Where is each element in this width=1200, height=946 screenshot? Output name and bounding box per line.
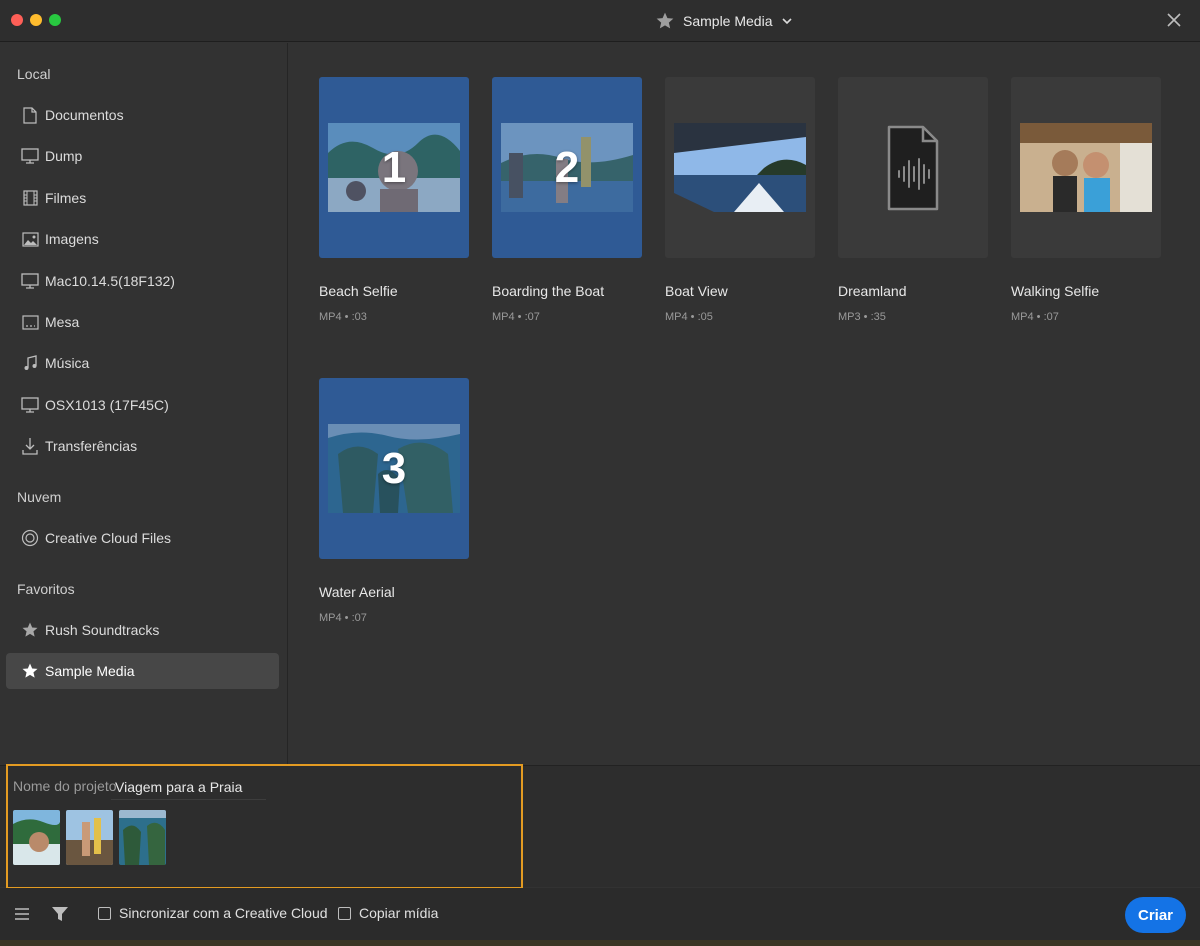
media-thumbnail: 3: [319, 378, 469, 559]
star-icon: [656, 12, 674, 29]
sidebar: Local Documentos Dump Filmes Imagens Mac…: [0, 43, 288, 765]
location-dropdown[interactable]: Sample Media: [655, 9, 793, 33]
media-card-beach-selfie[interactable]: 1 Beach Selfie MP4 • :03: [319, 77, 469, 323]
selection-number: 1: [381, 142, 407, 192]
media-card-boat-view[interactable]: Boat View MP4 • :05: [665, 77, 815, 323]
sidebar-item-label: Dump: [45, 148, 83, 164]
chevron-down-icon: [781, 18, 792, 25]
selection-number: 2: [554, 142, 580, 192]
media-preview-image: [1020, 123, 1152, 212]
media-card-walking-selfie[interactable]: Walking Selfie MP4 • :07: [1011, 77, 1161, 323]
project-name-input[interactable]: [111, 774, 266, 800]
monitor-icon: [21, 272, 39, 290]
copy-media-checkbox[interactable]: Copiar mídia: [338, 905, 438, 921]
document-icon: [21, 106, 39, 124]
selection-number: 3: [381, 443, 407, 493]
sidebar-item-sample-media[interactable]: Sample Media: [6, 653, 279, 689]
media-title: Dreamland: [838, 283, 907, 299]
audio-file-icon: [887, 125, 939, 210]
media-title: Beach Selfie: [319, 283, 398, 299]
sidebar-item-osx[interactable]: OSX1013 (17F45C): [6, 387, 279, 423]
media-title: Boarding the Boat: [492, 283, 605, 299]
media-preview-image: 3: [328, 424, 460, 513]
sidebar-item-label: Documentos: [45, 107, 124, 123]
section-title-local: Local: [17, 66, 51, 82]
media-meta: MP4 • :05: [665, 311, 713, 323]
media-card-water-aerial[interactable]: 3 Water Aerial MP4 • :07: [319, 378, 469, 624]
sidebar-item-documentos[interactable]: Documentos: [6, 97, 279, 133]
list-view-icon[interactable]: [12, 904, 32, 924]
media-preview-image: 1: [328, 123, 460, 212]
media-meta: MP4 • :03: [319, 311, 367, 323]
creative-cloud-icon: [21, 529, 39, 547]
sidebar-item-label: OSX1013 (17F45C): [45, 397, 169, 413]
media-card-dreamland[interactable]: Dreamland MP3 • :35: [838, 77, 988, 323]
media-grid: 1 Beach Selfie MP4 • :03 2 Boarding the …: [289, 43, 1200, 765]
star-icon: [21, 621, 39, 639]
media-thumbnail: 1: [319, 77, 469, 258]
checkbox-box: [98, 906, 111, 920]
media-thumbnail: [665, 77, 815, 258]
import-window: Sample Media Local Documentos Dump Filme…: [0, 0, 1200, 946]
sidebar-item-musica[interactable]: Música: [6, 345, 279, 381]
sidebar-item-creative-cloud-files[interactable]: Creative Cloud Files: [6, 520, 279, 556]
close-icon[interactable]: [1164, 10, 1184, 30]
film-icon: [21, 189, 39, 207]
media-preview-image: 2: [501, 123, 633, 212]
sync-creative-cloud-checkbox[interactable]: Sincronizar com a Creative Cloud: [98, 905, 328, 921]
media-meta: MP3 • :35: [838, 311, 886, 323]
sidebar-item-filmes[interactable]: Filmes: [6, 180, 279, 216]
monitor-icon: [21, 147, 39, 165]
sidebar-item-rush-soundtracks[interactable]: Rush Soundtracks: [6, 612, 279, 648]
filter-icon[interactable]: [50, 904, 70, 924]
sidebar-item-label: Creative Cloud Files: [45, 530, 172, 546]
media-thumbnail: [838, 77, 988, 258]
sidebar-item-label: Mesa: [45, 314, 80, 330]
project-name-label: Nome do projeto: [13, 778, 117, 794]
sidebar-item-label: Rush Soundtracks: [45, 622, 160, 638]
sidebar-item-dump[interactable]: Dump: [6, 138, 279, 174]
media-title: Walking Selfie: [1011, 283, 1100, 299]
checkbox-box: [338, 906, 351, 920]
sync-label: Sincronizar com a Creative Cloud: [119, 905, 328, 921]
download-icon: [21, 437, 39, 455]
sidebar-item-label: Mac10.14.5(18F132): [45, 273, 175, 289]
sidebar-item-label: Filmes: [45, 190, 87, 206]
selected-media-thumb-3[interactable]: [119, 810, 166, 865]
section-title-favoritos: Favoritos: [17, 581, 75, 597]
selected-media-thumb-1[interactable]: [13, 810, 60, 865]
media-meta: MP4 • :07: [492, 311, 540, 323]
section-title-nuvem: Nuvem: [17, 489, 62, 505]
create-button[interactable]: Criar: [1125, 897, 1186, 933]
background-strip: [0, 940, 1200, 946]
media-title: Boat View: [665, 283, 728, 299]
window-zoom-button[interactable]: [49, 14, 61, 26]
window-minimize-button[interactable]: [30, 14, 42, 26]
media-thumbnail: [1011, 77, 1161, 258]
sidebar-item-label: Sample Media: [45, 663, 135, 679]
window-close-button[interactable]: [11, 14, 23, 26]
selected-media-thumb-2[interactable]: [66, 810, 113, 865]
title-bar: Sample Media: [0, 0, 1200, 42]
monitor-icon: [21, 396, 39, 414]
sidebar-item-imagens[interactable]: Imagens: [6, 221, 279, 257]
window-title: Sample Media: [683, 13, 773, 29]
music-icon: [21, 354, 39, 372]
desktop-icon: [21, 313, 39, 331]
media-meta: MP4 • :07: [319, 612, 367, 624]
sidebar-item-label: Imagens: [45, 231, 99, 247]
media-thumbnail: 2: [492, 77, 642, 258]
copy-media-label: Copiar mídia: [359, 905, 439, 921]
sidebar-item-label: Música: [45, 355, 90, 371]
sidebar-item-label: Transferências: [45, 438, 138, 454]
media-title: Water Aerial: [319, 584, 395, 600]
image-icon: [21, 230, 39, 248]
media-preview-image: [674, 123, 806, 212]
sidebar-item-transferencias[interactable]: Transferências: [6, 428, 279, 464]
star-icon: [21, 662, 39, 680]
media-meta: MP4 • :07: [1011, 311, 1059, 323]
sidebar-item-mac[interactable]: Mac10.14.5(18F132): [6, 263, 279, 299]
media-card-boarding-the-boat[interactable]: 2 Boarding the Boat MP4 • :07: [492, 77, 642, 323]
sidebar-item-mesa[interactable]: Mesa: [6, 304, 279, 340]
